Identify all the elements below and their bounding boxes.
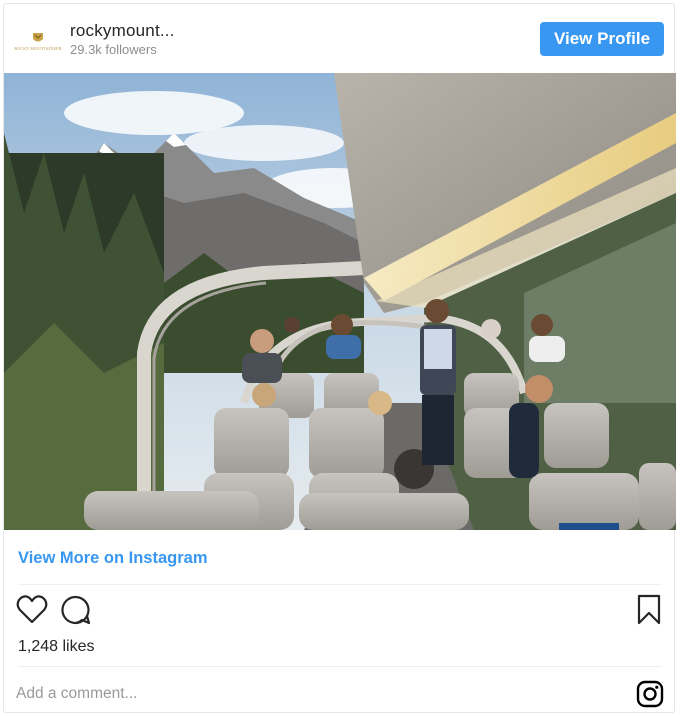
post-header: ROCKY MOUNTAINEER rockymount... 29.3k fo… (4, 4, 676, 72)
comment-icon[interactable] (60, 594, 92, 626)
avatar[interactable]: ROCKY MOUNTAINEER (14, 21, 61, 61)
instagram-logo-icon[interactable] (636, 680, 664, 708)
bookmark-icon[interactable] (636, 594, 662, 626)
brand-crest-icon (33, 33, 43, 42)
instagram-embed-card: ROCKY MOUNTAINEER rockymount... 29.3k fo… (3, 3, 676, 713)
divider (18, 584, 662, 585)
train-dome-car-image (4, 73, 676, 530)
post-photo[interactable] (4, 73, 676, 530)
divider (18, 666, 662, 667)
avatar-brand-text: ROCKY MOUNTAINEER (14, 46, 62, 51)
heart-icon[interactable] (16, 594, 48, 624)
add-comment-input[interactable] (16, 682, 616, 706)
view-more-on-instagram-link[interactable]: View More on Instagram (18, 549, 208, 568)
view-profile-button[interactable]: View Profile (540, 22, 664, 56)
follower-count: 29.3k followers (70, 42, 157, 57)
username[interactable]: rockymount... (70, 21, 175, 41)
likes-count: 1,248 likes (18, 638, 95, 655)
